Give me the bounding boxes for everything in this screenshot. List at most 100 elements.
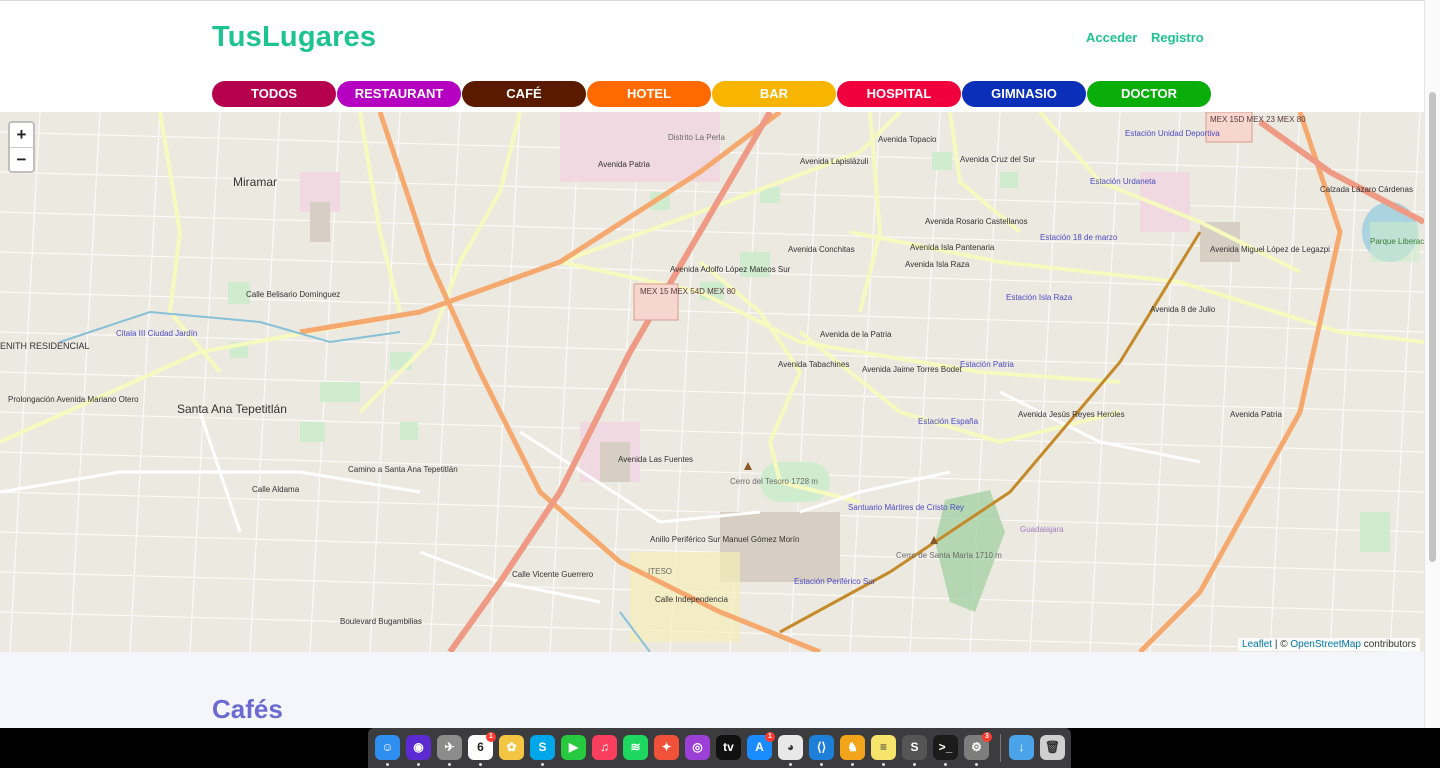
browser-viewport: TusLugares Acceder Registro TODOS RESTAU… [0,0,1424,728]
dock-chrome-icon[interactable]: ◕ [778,735,803,760]
category-gimnasio-button[interactable]: GIMNASIO [962,81,1086,107]
map-label-jaime-torres: Avenida Jaime Torres Bodet [862,365,963,374]
category-bar-button[interactable]: BAR [712,81,836,107]
map-label-8-julio: Avenida 8 de Julio [1150,305,1216,314]
station-18-marzo: Estación 18 de marzo [1040,233,1118,242]
map-label-santa-ana: Santa Ana Tepetitlán [177,402,287,416]
dock-running-indicator [417,763,420,766]
map-label-isla-raza: Avenida Isla Raza [905,260,970,269]
dock-finder-icon[interactable]: ☺ [375,735,400,760]
map-label-lopez-mateos: Avenida Adolfo López Mateos Sur [670,265,791,274]
map-label-conchitas: Avenida Conchitas [788,245,855,254]
station-citala: Citala III Ciudad Jardín [116,329,197,338]
dock-badge: 3 [982,732,992,742]
map-label-guadalajara: Guadalajara [1020,525,1064,534]
openstreetmap-link[interactable]: OpenStreetMap [1290,639,1361,650]
station-urdaneta: Estación Urdaneta [1090,177,1156,186]
station-periferico-sur: Estación Periférico Sur [794,577,876,586]
section-title: Cafés [212,694,283,724]
dock-running-indicator [479,763,482,766]
station-santuario: Santuario Mártires de Cristo Rey [848,503,964,512]
map-label-iteso: ITESO [648,567,672,576]
map-label-calzada: Calzada Lázaro Cárdenas [1320,185,1413,194]
dock-siri-icon[interactable]: ◉ [406,735,431,760]
map-label-legazpi: Avenida Miguel López de Legazpi [1210,245,1330,254]
dock-photos-icon[interactable]: ✿ [499,735,524,760]
dock-system-prefs-icon[interactable]: ⚙ 3 [964,732,992,760]
dock-apple-tv-icon[interactable]: tv [716,735,741,760]
category-cafe-button[interactable]: CAFÉ [462,81,586,107]
map-label-las-fuentes: Avenida Las Fuentes [618,455,693,464]
dock-spotify-icon[interactable]: ≋ [623,735,648,760]
dock-app-store-icon[interactable]: A1 [747,732,775,760]
dock-postgres-icon[interactable]: ♞ [840,735,865,760]
zoom-in-button[interactable]: + [10,123,33,148]
dock-podcasts-icon[interactable]: ◎ [685,735,710,760]
category-todos-button[interactable]: TODOS [212,81,336,107]
map-label-cerro-tesoro: Cerro del Tesoro 1728 m [730,477,818,486]
register-link[interactable]: Registro [1151,30,1204,45]
dock-downloads-icon[interactable]: ↓ [1009,735,1034,760]
map-zoom-control: + − [8,121,35,173]
highway-shield-center: MEX 15 MEX 54D MEX 80 [640,287,736,296]
dock-facetime-icon[interactable]: ▶ [561,735,586,760]
dock-swift-icon[interactable]: ✦ [654,735,679,760]
map-label-tabachines: Avenida Tabachines [778,360,849,369]
map-tiles[interactable]: Miramar Santa Ana Tepetitlán ENITH RESID… [0,112,1424,652]
dock-sublime-icon[interactable]: S [902,735,927,760]
highway-shield-corner: MEX 15D MEX 23 MEX 80 [1210,115,1306,124]
category-hospital-button[interactable]: HOSPITAL [837,81,961,107]
map-label-jesus-reyes: Avenida Jesús Reyes Heroles [1018,410,1125,419]
site-header: TusLugares Acceder Registro [0,0,1424,73]
map-label-patria-east: Avenida Patria [1230,410,1282,419]
login-link[interactable]: Acceder [1086,30,1137,45]
dock-calendar-icon[interactable]: 61 [468,732,496,760]
dock-vscode-icon[interactable]: ⟨⟩ [809,735,834,760]
map-label-belisario: Calle Belisario Domínguez [246,290,340,299]
dock-music-icon[interactable]: ♫ [592,735,617,760]
map-label-av-patria: Avenida de la Patria [820,330,892,339]
map-label-lapislazuli: Avenida Lapislázuli [800,157,869,166]
dock-badge: 1 [765,732,775,742]
map-label-rosario: Avenida Rosario Castellanos [925,217,1028,226]
dock-running-indicator [944,763,947,766]
dock-skype-icon[interactable]: S [530,735,555,760]
dock-running-indicator [789,763,792,766]
map-label-aldama: Calle Aldama [252,485,300,494]
dock-running-indicator [386,763,389,766]
category-doctor-button[interactable]: DOCTOR [1087,81,1211,107]
dock-running-indicator [820,763,823,766]
map-label-independencia: Calle Independencia [655,595,728,604]
dock-notes-icon[interactable]: ≡ [871,735,896,760]
map-canvas[interactable]: Miramar Santa Ana Tepetitlán ENITH RESID… [0,112,1424,652]
category-restaurant-button[interactable]: RESTAURANT [337,81,461,107]
dock-terminal-icon[interactable]: >_ [933,735,958,760]
dock-running-indicator [882,763,885,766]
dock-running-indicator [851,763,854,766]
map-label-cruz-sur: Avenida Cruz del Sur [960,155,1036,164]
map-label-pantenaria: Avenida Isla Pantenaria [910,243,995,252]
dock-badge: 1 [486,732,496,742]
station-unidad-deportiva: Estación Unidad Deportiva [1125,129,1220,138]
category-bar: TODOS RESTAURANT CAFÉ HOTEL BAR HOSPITAL… [0,73,1424,112]
station-isla-raza: Estación Isla Raza [1006,293,1073,302]
map-label-vicente: Calle Vicente Guerrero [512,570,594,579]
map-label-distrito: Distrito La Perla [668,133,725,142]
category-hotel-button[interactable]: HOTEL [587,81,711,107]
map-label-cerro-santa-maria: Cerro de Santa María 1710 m [896,551,1002,560]
leaflet-link[interactable]: Leaflet [1242,639,1272,650]
map-label-parque: Parque Liberación [1370,237,1424,246]
dock-running-indicator [448,763,451,766]
dock-running-indicator [975,763,978,766]
dock-trash-icon[interactable]: 🗑 [1040,735,1065,760]
map-label-patria-sur: Avenida Patria [598,160,650,169]
brand-logo[interactable]: TusLugares [212,21,376,54]
map-label-periferico: Anillo Periférico Sur Manuel Gómez Morín [650,535,799,544]
page-scrollbar[interactable] [1424,0,1440,728]
dock-separator [1000,734,1001,762]
zoom-out-button[interactable]: − [10,148,33,171]
dock-running-indicator [913,763,916,766]
dock-launchpad-icon[interactable]: ✈ [437,735,462,760]
scrollbar-thumb[interactable] [1429,92,1436,562]
map-label-miramar: Miramar [233,175,277,189]
